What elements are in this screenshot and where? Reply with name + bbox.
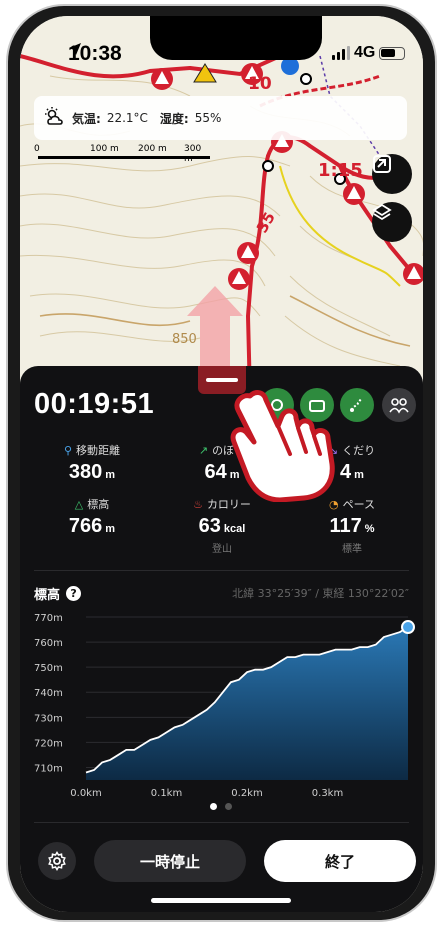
y-tick-label: 710m xyxy=(34,763,63,774)
stat-unit: m xyxy=(105,523,116,535)
elevation-area xyxy=(86,627,408,780)
stat-label: 標高 xyxy=(87,498,110,511)
elevation-title-text: 標高 xyxy=(34,588,61,603)
x-tick-label: 0.1km xyxy=(151,788,182,798)
finish-button[interactable]: 終了 xyxy=(264,840,416,882)
stat-distance: ⚲ 移動距離 380 m xyxy=(32,442,152,484)
battery-icon xyxy=(379,46,406,60)
map-canvas: 1:15 35 850 10 xyxy=(20,16,423,396)
stat-value: 380 xyxy=(68,461,103,483)
stat-unit: m xyxy=(354,469,364,481)
stat-sub: 登山 xyxy=(212,544,232,555)
home-indicator xyxy=(151,898,291,903)
y-tick-label: 760m xyxy=(34,638,63,649)
scale-tick: 200 m xyxy=(138,144,167,154)
map-segment-time: 1:15 xyxy=(318,160,363,181)
divider xyxy=(34,570,409,571)
y-tick-label: 720m xyxy=(34,738,63,749)
partly-cloudy-icon xyxy=(45,107,63,125)
temperature-label: 気温: xyxy=(72,111,101,126)
notch xyxy=(150,16,322,60)
layers-icon xyxy=(372,203,392,221)
elevation-title: 標高 ? xyxy=(34,584,82,603)
stat-value: 117 xyxy=(329,515,362,537)
svg-text:10: 10 xyxy=(248,74,272,94)
distance-icon: ⚲ xyxy=(63,443,73,457)
map-layers-button[interactable] xyxy=(372,202,412,242)
map-scale: 0 100 m 200 m 300 m xyxy=(34,144,212,166)
scale-tick: 300 m xyxy=(184,144,202,164)
stat-unit: % xyxy=(364,523,375,535)
group-button[interactable] xyxy=(382,388,416,422)
status-indicators: 4G xyxy=(332,44,406,62)
y-tick-label: 740m xyxy=(34,688,63,699)
screen: 1:15 35 850 10 10:38 4G 気温: 22.1°C 湿度: 5… xyxy=(20,16,423,912)
settings-button[interactable] xyxy=(38,842,76,880)
stat-unit: m xyxy=(105,469,116,481)
humidity-value: 55% xyxy=(194,111,222,125)
scale-tick: 0 xyxy=(34,144,40,154)
x-tick-label: 0.2km xyxy=(231,788,262,798)
recenter-button[interactable] xyxy=(372,154,412,194)
elapsed-time: 00:19:51 xyxy=(34,388,155,420)
pause-button[interactable]: 一時停止 xyxy=(94,840,246,882)
topo-map[interactable]: 1:15 35 850 10 10:38 4G 気温: 22.1°C 湿度: 5… xyxy=(20,16,423,396)
scale-tick: 100 m xyxy=(90,144,119,154)
signal-icon xyxy=(332,46,350,60)
coordinates: 北緯 33°25′39″ / 東経 130°22′02″ xyxy=(232,587,409,600)
temperature-value: 22.1°C xyxy=(106,111,148,125)
divider xyxy=(34,822,409,823)
gear-icon xyxy=(48,851,66,871)
page-indicator xyxy=(210,803,232,810)
weather-bar: 気温: 22.1°C 湿度: 55% xyxy=(34,96,407,140)
y-tick-label: 730m xyxy=(34,713,63,724)
stat-value: 766 xyxy=(68,515,103,537)
flame-icon: ♨ xyxy=(193,497,203,511)
phone-frame: 1:15 35 850 10 10:38 4G 気温: 22.1°C 湿度: 5… xyxy=(6,4,437,922)
status-time: 10:38 xyxy=(68,42,122,66)
y-tick-label: 750m xyxy=(34,663,63,674)
stat-value: 63 xyxy=(198,515,221,537)
stat-label: 移動距離 xyxy=(76,444,121,457)
page-dot-active xyxy=(210,803,217,810)
stat-altitude: △ 標高 766 m xyxy=(32,496,152,538)
x-tick-label: 0.0km xyxy=(70,788,101,798)
page-dot xyxy=(225,803,232,810)
fit-route-icon xyxy=(373,155,391,173)
stat-unit: kcal xyxy=(223,523,246,535)
y-tick-label: 770m xyxy=(34,613,63,624)
elevation-chart[interactable]: 770m 760m 750m 740m 730m 720m 710m 0.0km 0.1km 0… xyxy=(30,602,418,798)
stat-calories: ♨ カロリー 63 kcal 登山 xyxy=(162,496,282,556)
location-arrow-icon xyxy=(69,43,81,55)
ascent-icon: ↗ xyxy=(198,443,209,457)
help-icon[interactable]: ? xyxy=(66,586,82,601)
group-icon xyxy=(389,398,409,414)
network-type: 4G xyxy=(354,44,376,61)
current-position-point xyxy=(401,620,415,635)
mountain-icon: △ xyxy=(74,497,84,511)
map-contour-elevation: 850 xyxy=(172,332,197,347)
stat-sub: 標準 xyxy=(342,544,362,555)
tap-hint-hand-icon xyxy=(230,390,335,502)
humidity-label: 湿度: xyxy=(159,111,189,126)
stat-pace: ◔ ペース 117% 標準 xyxy=(292,496,412,556)
x-tick-label: 0.3km xyxy=(312,788,343,798)
